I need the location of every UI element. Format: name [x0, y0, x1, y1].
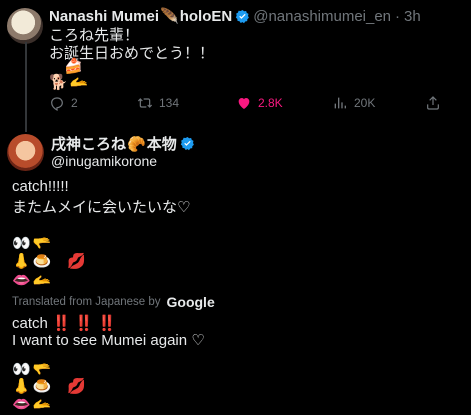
views-button[interactable]: 20K: [332, 95, 375, 111]
heart-icon: [238, 98, 250, 109]
double-exclamation-emojis: ‼️ ‼️ ‼️: [52, 315, 117, 332]
display-name[interactable]: Nanashi Mumei: [49, 8, 159, 25]
share-icon: [427, 96, 439, 110]
reply-header: Nanashi Mumei 🪶 holoEN @nanashimumei_en …: [49, 7, 421, 26]
separator: ·: [395, 7, 401, 25]
avatar-mumei[interactable]: [7, 8, 43, 44]
reply-button[interactable]: 2: [49, 95, 78, 111]
translated-word: catch: [12, 315, 48, 332]
verified-badge-icon: [180, 136, 194, 151]
views-chart-icon: [334, 97, 346, 109]
nose-emoji: 👃: [12, 253, 31, 270]
pudding-emoji: 🍮: [32, 253, 52, 270]
translated-emoji-line-3: 👄 🫴: [12, 396, 51, 414]
palm-down-hand-emoji: 🫳: [32, 235, 52, 252]
display-name-suffix[interactable]: holoEN: [180, 8, 233, 25]
palm-up-hand-emoji: 🫴: [32, 272, 52, 289]
feather-emoji: 🪶: [160, 8, 179, 25]
retweet-count: 134: [159, 96, 180, 110]
like-button[interactable]: 2.8K: [236, 95, 283, 111]
emoji-line-3: 👄 🫴: [12, 272, 51, 290]
palm-up-hand-emoji: 🫴: [32, 396, 52, 413]
reply-line-1: ころね先輩！: [49, 27, 140, 44]
pudding-emoji: 🍮: [32, 378, 52, 395]
reply-icon: [51, 97, 63, 111]
translation-attribution[interactable]: Translated from Japanese by Google: [12, 294, 215, 310]
emoji-line-2: 👃 🍮 💋: [12, 253, 86, 271]
reply-actions: 2 134 2.8K 20K: [49, 95, 461, 115]
palm-up-hand-emoji: 🫴: [69, 74, 89, 91]
reply-tweet[interactable]: Nanashi Mumei 🪶 holoEN @nanashimumei_en …: [0, 0, 471, 132]
emoji-line-1: 👀 🫳: [12, 235, 51, 253]
translation-label: Translated from Japanese by: [12, 296, 161, 308]
croissant-emoji: 🥐: [127, 135, 146, 153]
google-logo: Google: [166, 294, 215, 310]
translated-emoji-line-1: 👀 🫳: [12, 361, 51, 379]
views-count: 20K: [354, 96, 376, 110]
thread-line: [25, 42, 27, 132]
mouth-emoji: 👄: [12, 272, 31, 289]
nose-emoji: 👃: [12, 378, 31, 395]
main-tweet: 戌神ころね 🥐 本物 @inugamikorone catch!!!!! またム…: [0, 125, 471, 415]
kiss-mark-emoji: 💋: [67, 378, 87, 395]
eyes-emoji: 👀: [12, 361, 31, 378]
translated-emoji-line-2: 👃 🍮 💋: [12, 378, 86, 396]
retweet-button[interactable]: 134: [137, 95, 179, 111]
verified-badge-icon: [236, 9, 250, 23]
eyes-emoji: 👀: [12, 235, 31, 252]
avatar-korone[interactable]: [7, 134, 44, 171]
mouth-emoji: 👄: [12, 396, 31, 413]
handle[interactable]: @inugamikorone: [51, 151, 157, 171]
retweet-icon: [137, 98, 153, 108]
reply-emoji-line-2: 🐕 🫴: [49, 74, 88, 92]
kiss-mark-emoji: 💋: [67, 253, 87, 270]
dog-emoji: 🐕: [49, 74, 68, 91]
tweet-text-line-2: またムメイに会いたいな♡: [12, 199, 191, 216]
reply-count: 2: [71, 96, 78, 110]
tweet-text-line-1: catch!!!!!: [12, 178, 69, 195]
like-count: 2.8K: [258, 96, 283, 110]
handle[interactable]: @nanashimumei_en: [253, 8, 391, 25]
share-button[interactable]: [425, 95, 441, 111]
palm-down-hand-emoji: 🫳: [32, 361, 52, 378]
translated-line-2: I want to see Mumei again ♡: [12, 332, 205, 349]
timestamp[interactable]: 3h: [404, 8, 421, 25]
